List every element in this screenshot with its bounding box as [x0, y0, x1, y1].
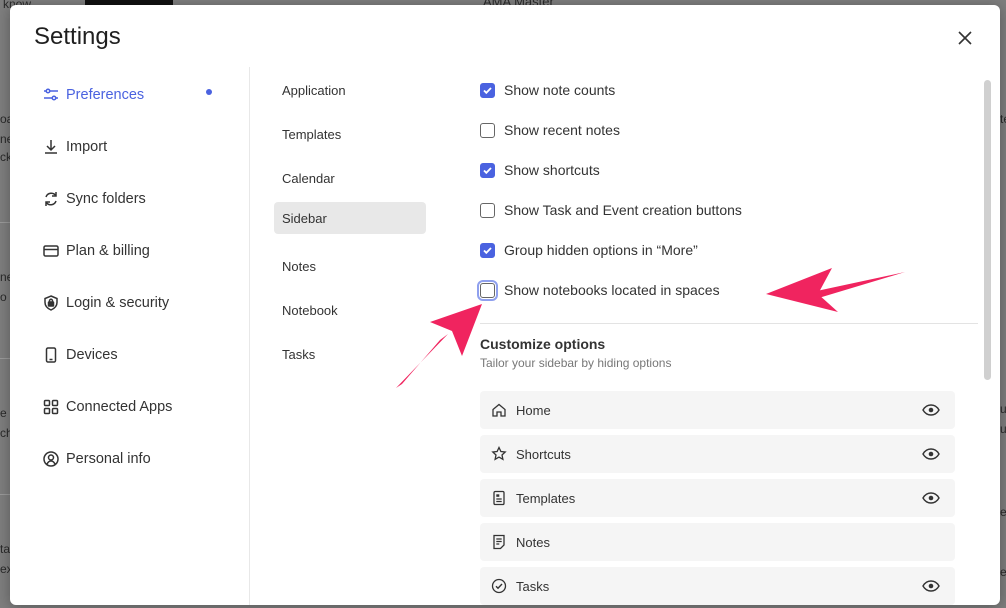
template-icon: [493, 490, 505, 506]
option-label: Show notebooks located in spaces: [504, 282, 720, 298]
check-circle-icon: [491, 578, 507, 594]
settings-nav: Preferences Import Sync folders Plan & b…: [10, 67, 250, 605]
credit-card-icon: [43, 245, 59, 257]
device-icon: [45, 347, 57, 363]
customize-description: Tailor your sidebar by hiding options: [480, 356, 672, 370]
star-icon: [491, 446, 507, 461]
customize-item-home: Home: [480, 391, 955, 429]
note-icon: [493, 534, 505, 550]
nav-item-label: Preferences: [66, 87, 145, 103]
section-divider: [480, 323, 978, 324]
subnav-item-notes[interactable]: Notes: [274, 250, 426, 282]
bg-divider: [0, 494, 10, 495]
option-label: Show shortcuts: [504, 162, 600, 178]
settings-modal: Settings Preferences Import Sync folders…: [10, 5, 1000, 605]
eye-icon: [922, 448, 940, 460]
nav-item-label: Personal info: [66, 451, 151, 467]
option-show-notebooks-in-spaces[interactable]: Show notebooks located in spaces: [477, 278, 720, 302]
bg-text: e: [0, 406, 7, 420]
visibility-toggle[interactable]: [921, 577, 941, 595]
nav-item-label: Connected Apps: [66, 399, 173, 415]
nav-item-label: Plan & billing: [66, 243, 150, 259]
subnav-item-calendar[interactable]: Calendar: [274, 162, 426, 194]
sidebar-settings-panel: Show note counts Show recent notes Show …: [477, 67, 980, 605]
home-icon: [492, 403, 506, 417]
bg-text: u: [1000, 402, 1006, 416]
nav-item-import[interactable]: Import: [42, 131, 107, 163]
subnav-item-templates[interactable]: Templates: [274, 118, 426, 150]
bg-text: ta: [0, 542, 11, 556]
nav-item-devices[interactable]: Devices: [42, 339, 118, 371]
checkmark-icon: [483, 246, 492, 254]
option-show-shortcuts[interactable]: Show shortcuts: [480, 158, 600, 182]
nav-item-label: Login & security: [66, 295, 170, 311]
nav-item-preferences[interactable]: Preferences: [42, 79, 144, 111]
customize-item-shortcuts: Shortcuts: [480, 435, 955, 473]
nav-item-login-security[interactable]: Login & security: [42, 287, 169, 319]
customize-item-label: Shortcuts: [516, 446, 571, 462]
subnav-item-sidebar[interactable]: Sidebar: [274, 202, 426, 234]
visibility-toggle[interactable]: [921, 489, 941, 507]
modal-title: Settings: [34, 23, 121, 50]
scrollbar[interactable]: [984, 80, 991, 380]
bg-text: u: [1000, 422, 1006, 436]
customize-title: Customize options: [480, 336, 606, 352]
option-label: Group hidden options in “More”: [504, 242, 698, 258]
customize-item-templates: Templates: [480, 479, 955, 517]
customize-item-label: Home: [516, 402, 551, 418]
close-icon: [958, 31, 972, 45]
active-indicator-dot: [206, 89, 212, 95]
visibility-toggle[interactable]: [921, 401, 941, 419]
bg-divider: [0, 222, 10, 223]
customize-item-label: Notes: [516, 534, 550, 550]
nav-item-label: Devices: [66, 347, 118, 363]
subnav-item-notebook[interactable]: Notebook: [274, 294, 426, 326]
eye-icon: [922, 404, 940, 416]
option-show-recent-notes[interactable]: Show recent notes: [480, 118, 620, 142]
checkbox[interactable]: [480, 162, 495, 178]
checkbox[interactable]: [480, 202, 495, 218]
checkmark-icon: [483, 166, 492, 174]
checkbox[interactable]: [480, 122, 495, 138]
subnav-item-application[interactable]: Application: [274, 74, 426, 106]
bg-divider: [0, 358, 10, 359]
close-button[interactable]: [954, 27, 976, 49]
option-show-note-counts[interactable]: Show note counts: [480, 78, 615, 102]
customize-item-label: Tasks: [516, 578, 550, 594]
checkbox[interactable]: [480, 242, 495, 258]
nav-item-sync-folders[interactable]: Sync folders: [42, 183, 146, 215]
visibility-toggle[interactable]: [921, 445, 941, 463]
eye-icon: [922, 580, 940, 592]
option-label: Show note counts: [504, 82, 616, 98]
customize-item-label: Templates: [516, 490, 576, 506]
customize-item-notes: Notes: [480, 523, 955, 561]
bg-text: e: [1000, 505, 1006, 519]
eye-icon: [922, 492, 940, 504]
subnav-item-tasks[interactable]: Tasks: [274, 338, 426, 370]
download-icon: [45, 140, 57, 154]
bg-text: e: [1000, 565, 1006, 579]
bg-text: te: [1000, 112, 1006, 126]
apps-grid-icon: [43, 399, 59, 415]
nav-item-plan-billing[interactable]: Plan & billing: [42, 235, 150, 267]
nav-item-label: Import: [66, 139, 108, 155]
option-show-task-event-buttons[interactable]: Show Task and Event creation buttons: [480, 198, 742, 222]
customize-item-tasks: Tasks: [480, 567, 955, 605]
option-label: Show Task and Event creation buttons: [504, 202, 742, 218]
sliders-icon: [44, 88, 58, 101]
checkbox[interactable]: [480, 82, 495, 98]
sync-icon: [45, 192, 57, 206]
nav-item-connected-apps[interactable]: Connected Apps: [42, 391, 172, 423]
nav-item-label: Sync folders: [66, 191, 146, 207]
user-circle-icon: [43, 451, 59, 467]
option-label: Show recent notes: [504, 122, 620, 138]
checkbox[interactable]: [477, 279, 498, 301]
option-group-hidden-options[interactable]: Group hidden options in “More”: [480, 238, 698, 262]
shield-lock-icon: [44, 295, 58, 311]
nav-item-personal-info[interactable]: Personal info: [42, 443, 151, 475]
checkmark-icon: [483, 86, 492, 94]
